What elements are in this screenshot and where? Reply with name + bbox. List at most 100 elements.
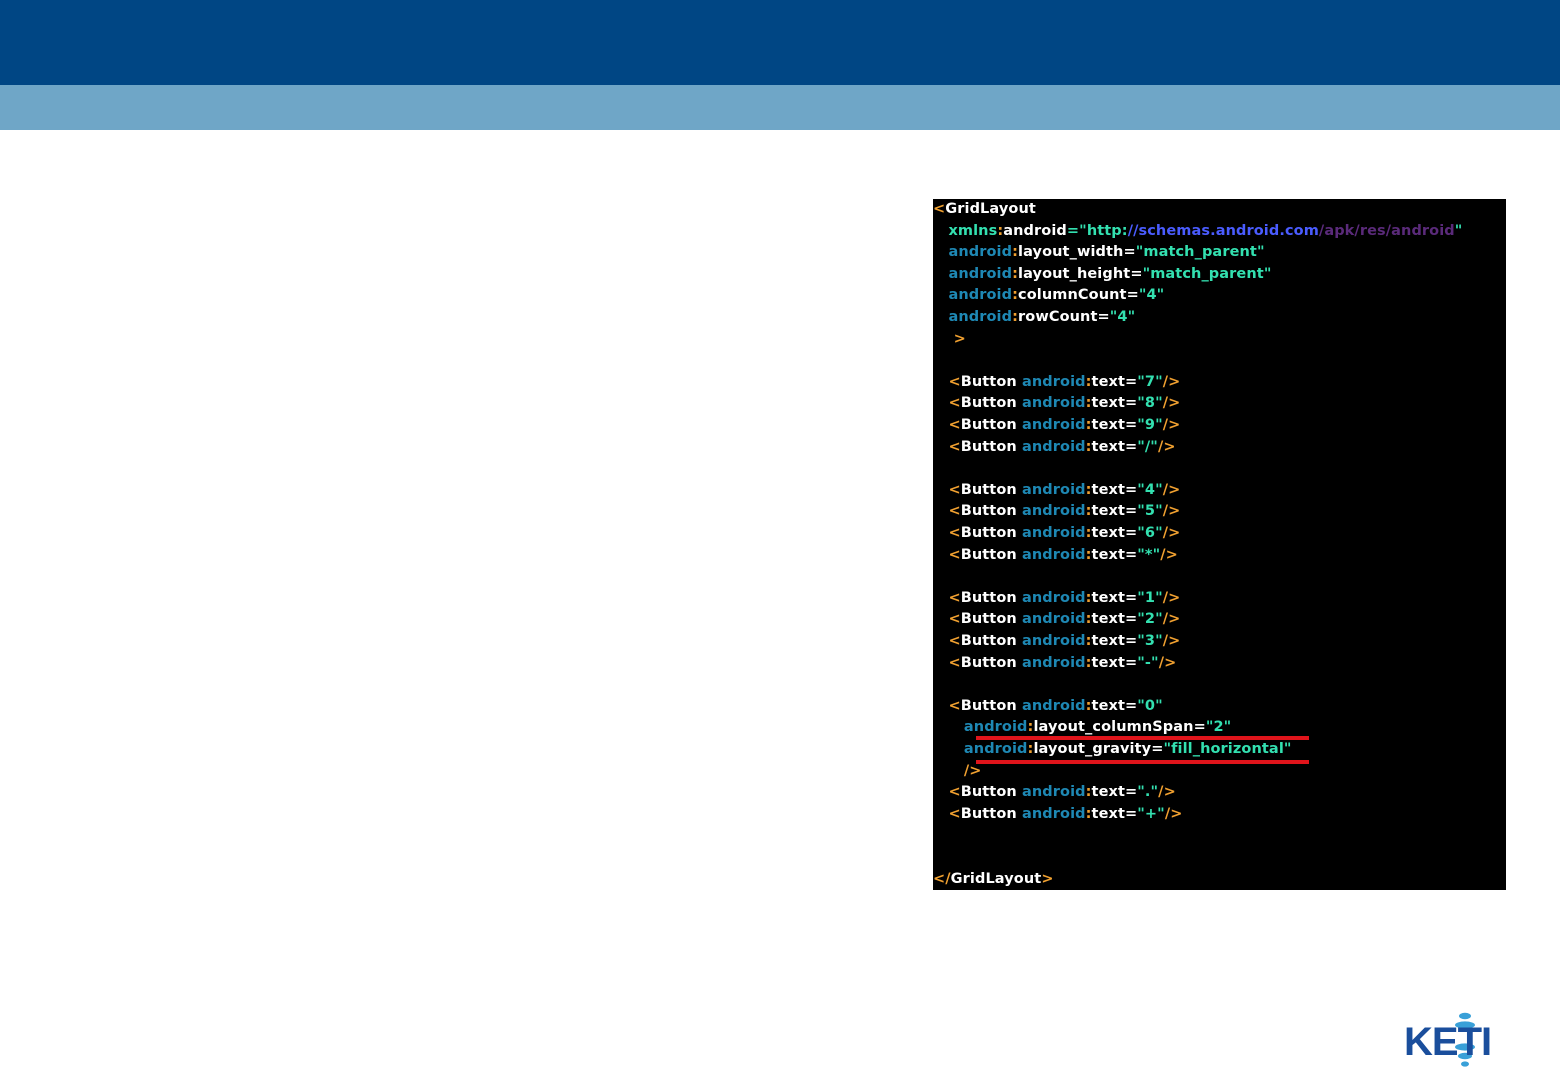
code-token: Button xyxy=(960,654,1022,671)
code-token: text xyxy=(1091,784,1125,801)
code-token: "5" xyxy=(1137,503,1163,520)
code-token: = xyxy=(1125,784,1138,801)
code-token: android xyxy=(1021,395,1086,412)
code-token: = xyxy=(1097,309,1110,325)
code-token: android xyxy=(1021,611,1086,628)
code-token: android xyxy=(1021,417,1086,433)
logo-wordmark: KETI xyxy=(1404,1020,1491,1064)
code-token: Button xyxy=(960,503,1022,520)
code-token: " xyxy=(1454,222,1463,239)
code-token: "." xyxy=(1137,784,1159,801)
code-token: text xyxy=(1091,395,1125,412)
code-token: Button xyxy=(960,633,1022,649)
code-token: text xyxy=(1091,481,1125,498)
code-token: android xyxy=(1021,481,1086,498)
code-line: <Button android:text="."/> xyxy=(933,782,1176,803)
code-token: < xyxy=(948,589,961,606)
code-token: "fill_horizontal" xyxy=(1163,741,1292,757)
code-line: <Button android:text="7"/> xyxy=(933,372,1180,393)
code-token: android xyxy=(1021,589,1086,606)
code-token: text xyxy=(1091,589,1125,606)
code-token: android xyxy=(1021,525,1086,541)
code-token: android xyxy=(1003,222,1067,239)
code-token: android xyxy=(1021,784,1086,801)
code-token: GridLayout xyxy=(945,201,1036,217)
code-token: Button xyxy=(960,546,1022,563)
code-token: android xyxy=(1021,654,1086,671)
code-token: "4" xyxy=(1138,287,1165,304)
code-line: <Button android:text="1"/> xyxy=(933,588,1180,609)
header-subband xyxy=(0,85,1560,130)
code-token: /> xyxy=(1158,654,1177,671)
code-token: = xyxy=(1125,611,1138,628)
code-token: android xyxy=(1021,546,1086,563)
code-token: "*" xyxy=(1137,546,1161,563)
code-token: < xyxy=(948,481,961,498)
code-token: /> xyxy=(1160,546,1178,563)
code-token: text xyxy=(1091,417,1125,433)
code-token: /> xyxy=(1162,633,1181,649)
code-token: < xyxy=(948,373,961,390)
code-token: android xyxy=(1021,438,1086,455)
code-token: < xyxy=(948,784,961,801)
code-token: android xyxy=(1021,805,1086,822)
code-token: = xyxy=(1125,373,1138,390)
header-band xyxy=(0,0,1560,85)
code-token: =" xyxy=(1066,222,1087,239)
code-token: > xyxy=(953,330,966,347)
code-token: Button xyxy=(960,611,1022,628)
code-token: < xyxy=(948,546,961,563)
code-token: < xyxy=(948,438,961,455)
code-token: "4" xyxy=(1137,481,1163,498)
code-screenshot: <GridLayout xmlns:android="http://schema… xyxy=(933,199,1506,890)
code-token: /> xyxy=(1162,525,1181,541)
code-token: /apk/res/android xyxy=(1318,222,1455,239)
code-token: text xyxy=(1091,438,1125,455)
code-token: = xyxy=(1193,719,1206,736)
code-token: = xyxy=(1125,438,1138,455)
code-line: <Button android:text="4"/> xyxy=(933,480,1180,501)
code-token: layout_columnSpan xyxy=(1033,719,1194,736)
code-line: <Button android:text="-"/> xyxy=(933,653,1176,674)
code-token: Button xyxy=(960,481,1022,498)
code-line: > xyxy=(933,329,966,350)
code-line: <Button android:text="9"/> xyxy=(933,415,1180,436)
code-token: = xyxy=(1125,654,1138,671)
code-token: "2" xyxy=(1137,611,1163,628)
code-token: = xyxy=(1125,589,1138,606)
code-token: < xyxy=(948,417,961,433)
code-line: /> xyxy=(933,761,982,782)
code-token: /> xyxy=(963,762,982,779)
keti-logo: KETI xyxy=(1404,1012,1492,1067)
code-token: android xyxy=(948,265,1013,282)
code-token: </ xyxy=(933,870,951,887)
code-token: < xyxy=(948,503,961,520)
code-token: Button xyxy=(960,697,1022,714)
code-token: "6" xyxy=(1137,525,1163,541)
code-line: <Button android:text="*"/> xyxy=(933,545,1178,566)
code-token: text xyxy=(1091,805,1125,822)
code-token: /> xyxy=(1162,395,1181,412)
code-token: Button xyxy=(960,417,1022,433)
code-token: = xyxy=(1130,265,1143,282)
highlight-underline-column-span xyxy=(976,736,1309,740)
code-token: layout_gravity xyxy=(1033,741,1152,757)
code-line: android:layout_gravity="fill_horizontal" xyxy=(933,739,1292,760)
code-token: http: xyxy=(1086,222,1128,239)
code-token: < xyxy=(948,805,961,822)
code-token: text xyxy=(1091,697,1125,714)
code-token: = xyxy=(1125,525,1138,541)
code-token: /> xyxy=(1162,611,1181,628)
code-token: text xyxy=(1091,654,1125,671)
code-token: = xyxy=(1151,741,1164,757)
